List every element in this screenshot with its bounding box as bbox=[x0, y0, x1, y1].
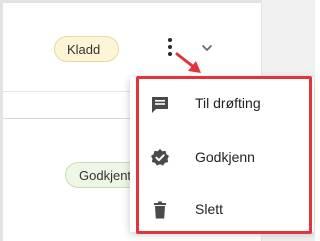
menu-item-til-drofting[interactable]: Til drøfting bbox=[136, 84, 312, 124]
more-options-icon[interactable] bbox=[165, 38, 175, 60]
menu-item-label: Godkjenn bbox=[195, 149, 255, 165]
comment-icon bbox=[152, 97, 168, 113]
red-arrow-annotation bbox=[175, 52, 201, 73]
verified-badge-icon bbox=[151, 149, 169, 166]
frame-left-border bbox=[0, 0, 3, 241]
row-divider bbox=[3, 118, 133, 119]
menu-item-slett[interactable]: Slett bbox=[136, 190, 312, 230]
menu-item-label: Til drøfting bbox=[195, 95, 261, 111]
page: Kladd Godkjent Til drøfting Godkjenn Sle… bbox=[0, 0, 315, 241]
menu-item-label: Slett bbox=[195, 201, 224, 217]
menu-item-godkjenn[interactable]: Godkjenn bbox=[136, 138, 312, 178]
trash-icon bbox=[154, 201, 166, 219]
status-badge-draft: Kladd bbox=[54, 36, 119, 62]
